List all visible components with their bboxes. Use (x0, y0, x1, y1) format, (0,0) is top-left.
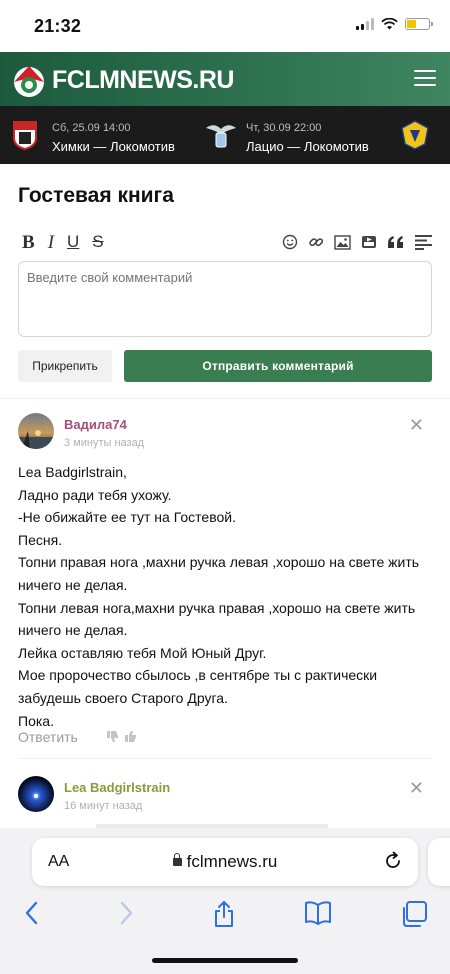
underline-button[interactable]: U (67, 232, 79, 254)
post-body: Lea Badgirlstrain, Ладно ради тебя ухожу… (18, 461, 432, 732)
site-header: FCLMNEWS.RU (0, 52, 450, 106)
status-bar: 21:32 (0, 0, 450, 52)
bold-button[interactable]: B (22, 232, 35, 254)
post-line: Пока. (18, 712, 54, 729)
author-name[interactable]: Lea Badgirlstrain (64, 780, 170, 795)
post-line: Топни правая нога ,махни ручка левая ,хо… (18, 554, 420, 593)
post-line: Lea Badgirlstrain, (18, 464, 127, 480)
url-label: fclmnews.ru (186, 852, 278, 871)
link-icon[interactable] (308, 234, 324, 250)
lock-icon (172, 853, 182, 866)
site-name[interactable]: FCLMNEWS.RU (52, 66, 234, 95)
avatar[interactable] (18, 413, 54, 449)
attach-button[interactable]: Прикрепить (18, 350, 112, 382)
khimki-club-icon (13, 121, 37, 150)
address-bar[interactable]: AA fclmnews.ru (32, 838, 418, 886)
lokomotiv-logo-icon[interactable] (9, 60, 49, 100)
share-icon[interactable] (211, 900, 237, 928)
status-icons (356, 18, 433, 30)
post-line: -Не обижайте ее тут на Гостевой. (18, 509, 236, 526)
match-teams: Химки — Локомотив (52, 139, 175, 154)
match-date: Чт, 30.09 22:00 (246, 122, 322, 134)
comment-post: Вадила74 3 минуты назад ✕ Lea Badgirlstr… (18, 413, 432, 753)
url-text[interactable]: fclmnews.ru (32, 852, 418, 872)
post-line: Песня. (18, 531, 63, 548)
back-icon[interactable] (22, 900, 42, 926)
rostov-club-icon (401, 120, 429, 150)
author-name[interactable]: Вадила74 (64, 417, 127, 432)
emoji-icon[interactable] (282, 234, 298, 250)
matches-bar: Сб, 25.09 14:00 Химки — Локомотив Чт, 30… (0, 106, 450, 164)
match-date: Сб, 25.09 14:00 (52, 122, 131, 134)
bookmarks-icon[interactable] (304, 900, 332, 926)
wifi-icon (381, 18, 398, 30)
page-title: Гостевая книга (18, 184, 174, 207)
quote-icon[interactable] (387, 235, 405, 249)
battery-icon (405, 18, 433, 30)
strikethrough-button[interactable]: S (92, 232, 103, 254)
thumbs-up-icon[interactable] (124, 730, 137, 743)
reply-link[interactable]: Ответить (18, 729, 78, 745)
divider (18, 758, 432, 759)
post-line: Ладно ради тебя ухожу. (18, 486, 172, 503)
tabs-icon[interactable] (400, 900, 428, 928)
comment-post: Lea Badgirlstrain 16 минут назад ✕ (18, 776, 432, 826)
thumbs-down-icon[interactable] (106, 730, 119, 743)
close-icon[interactable]: ✕ (409, 415, 424, 436)
reload-icon[interactable] (382, 850, 404, 872)
status-time: 21:32 (34, 16, 82, 36)
browser-nav-bar (0, 896, 450, 932)
post-line: Топни левая нога,махни ручка правая ,хор… (18, 599, 416, 639)
post-time: 16 минут назад (64, 800, 143, 812)
italic-button[interactable]: I (48, 232, 54, 254)
lazio-club-icon (206, 125, 236, 148)
post-line: Лейка оставляю тебя Мой Юный Друг. (18, 644, 267, 661)
match-item-2[interactable]: Чт, 30.09 22:00 Лацио — Локомотив (200, 106, 450, 164)
close-icon[interactable]: ✕ (409, 778, 424, 799)
cellular-signal-icon (356, 18, 374, 30)
match-item-1[interactable]: Сб, 25.09 14:00 Химки — Локомотив (0, 106, 225, 164)
divider (0, 398, 450, 399)
post-line: Мое пророчество сбылось ,в сентябре ты с… (18, 667, 378, 706)
post-time: 3 минуты назад (64, 437, 145, 449)
editor-toolbar: B I U S (18, 232, 432, 254)
match-teams: Лацио — Локомотив (246, 139, 369, 154)
menu-icon[interactable] (414, 70, 436, 88)
next-tab-preview[interactable] (428, 838, 450, 886)
home-indicator (152, 958, 298, 963)
video-icon[interactable] (361, 234, 377, 250)
forward-icon[interactable] (116, 900, 136, 926)
align-icon[interactable] (415, 234, 432, 250)
comment-input[interactable] (18, 261, 432, 337)
image-icon[interactable] (334, 234, 351, 250)
avatar[interactable] (18, 776, 54, 812)
send-comment-button[interactable]: Отправить комментарий (124, 350, 432, 382)
